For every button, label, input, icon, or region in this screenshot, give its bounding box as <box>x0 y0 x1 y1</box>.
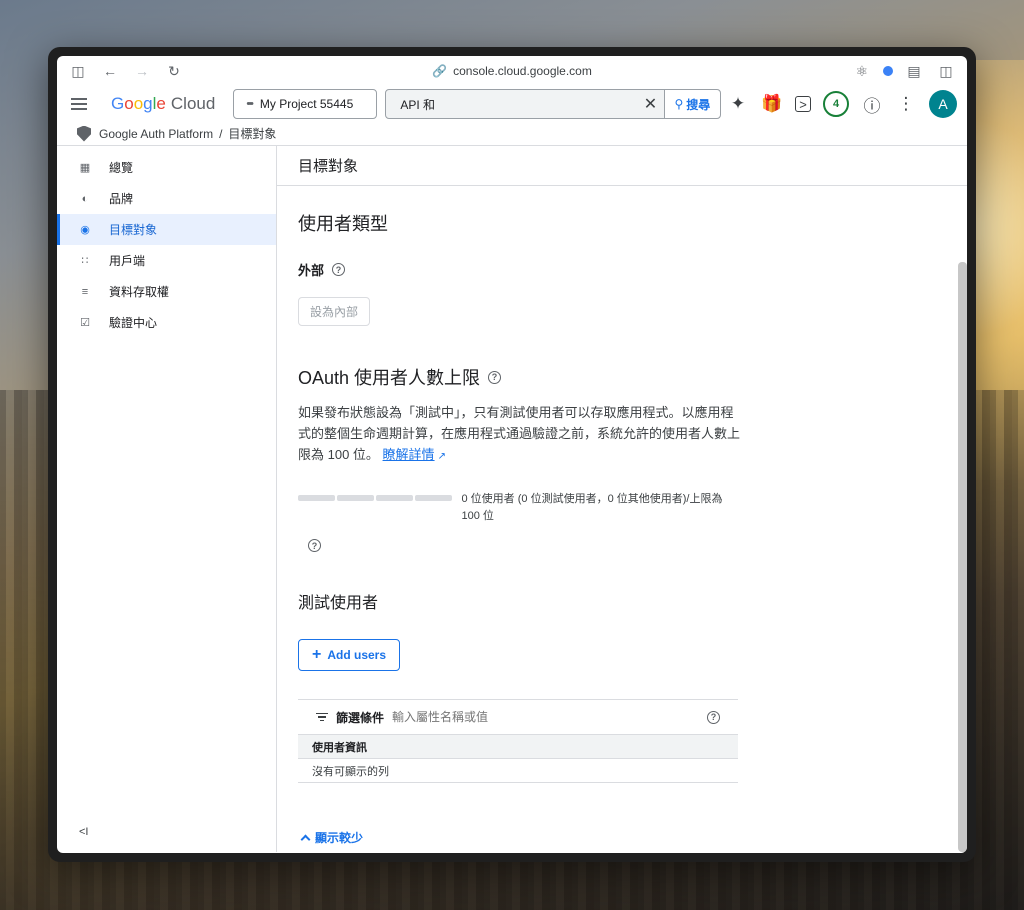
sidebar-item-overview[interactable]: ▦ 總覽 <box>57 152 276 183</box>
page-title: 目標對象 <box>277 146 967 186</box>
split-view-icon[interactable]: ◫ <box>935 60 957 82</box>
oauth-description-text: 如果發布狀態設為「測試中」，只有測試使用者可以存取應用程式。以應用程式的整個生命… <box>298 405 741 462</box>
extension-icon[interactable]: ▤ <box>903 60 925 82</box>
project-name: My Project 55445 <box>259 97 354 111</box>
sidebar-item-label: 資料存取權 <box>109 285 170 299</box>
help-circle-icon[interactable]: ? <box>488 370 502 384</box>
make-internal-button[interactable]: 設為內部 <box>298 297 371 326</box>
sidebar-item-verification[interactable]: ☑ 驗證中心 <box>57 307 276 338</box>
clear-search-icon[interactable]: ✕ <box>638 94 664 114</box>
browser-window: ◫ ← → ↻ 🔗 console.cloud.google.com ⚛ ▤ ◫ … <box>48 47 976 862</box>
main-content: 目標對象 使用者類型 外部 ? 設為內部 OAuth 使用者人數上限 ? 如果發… <box>277 146 967 852</box>
user-type-row: 外部 ? <box>298 260 737 279</box>
user-type-value: 外部 <box>298 263 325 278</box>
empty-table-row: 沒有可顯示的列 <box>298 759 738 783</box>
sidebar-item-label: 目標對象 <box>109 223 158 237</box>
sidebar-item-label: 品牌 <box>109 192 134 206</box>
filter-input[interactable] <box>392 710 643 724</box>
oauth-limit-heading: OAuth 使用者人數上限 ? <box>298 364 737 390</box>
logo-letter: o <box>124 94 134 113</box>
sidebar-item-label: 驗證中心 <box>109 316 158 330</box>
sidebar-item-label: 用戶端 <box>109 254 146 268</box>
url-text: console.cloud.google.com <box>453 64 592 78</box>
link-icon: 🔗 <box>432 64 448 78</box>
help-circle-icon[interactable]: ? <box>308 539 321 553</box>
logo-letter: e <box>156 94 166 113</box>
search-icon: ⚲ <box>674 97 684 111</box>
help-circle-icon[interactable]: ? <box>707 710 720 724</box>
add-users-label: Add users <box>327 648 387 662</box>
scrollbar[interactable] <box>958 262 967 852</box>
app-header: Google Cloud ••• My Project 55445 ✕ ⚲ 搜尋… <box>57 86 967 122</box>
plus-icon: + <box>312 646 322 663</box>
collapse-sidebar-icon[interactable]: <I <box>79 826 88 838</box>
atom-extension-icon[interactable]: ⚛ <box>851 60 873 82</box>
list-settings-icon: ≡ <box>81 285 89 298</box>
dashboard-icon: ▦ <box>79 162 91 174</box>
external-link-icon: ↗ <box>437 451 446 462</box>
project-picker-button[interactable]: ••• My Project 55445 <box>233 89 378 119</box>
add-users-button[interactable]: + Add users <box>298 639 401 671</box>
address-bar[interactable]: 🔗 console.cloud.google.com <box>57 64 967 78</box>
test-users-heading: 測試使用者 <box>298 595 379 612</box>
gemini-spark-icon[interactable]: ✦ <box>727 93 749 115</box>
show-less-label: 顯示較少 <box>315 831 364 845</box>
breadcrumb: Google Auth Platform / 目標對象 <box>57 122 967 146</box>
breadcrumb-product[interactable]: Google Auth Platform <box>99 127 213 141</box>
status-dot-icon[interactable] <box>883 66 893 76</box>
browser-viewport: ◫ ← → ↻ 🔗 console.cloud.google.com ⚛ ▤ ◫ … <box>57 56 967 853</box>
oauth-limit-heading-text: OAuth 使用者人數上限 <box>298 368 481 388</box>
google-cloud-logo[interactable]: Google Cloud <box>111 94 215 114</box>
project-nodes-icon: ••• <box>246 98 253 110</box>
notifications-badge[interactable]: 4 <box>823 91 849 117</box>
grid-icon: ∷ <box>81 255 89 267</box>
search-input[interactable] <box>386 97 638 111</box>
usage-meter: 0 位使用者 (0 位測試使用者，0 位其他使用者)/上限為 100 位 <box>298 491 737 525</box>
filter-icon <box>316 712 328 722</box>
column-header-user-info[interactable]: 使用者資訊 <box>298 734 738 759</box>
sidebar-toggle-icon[interactable]: ◫ <box>67 60 89 82</box>
cloud-shell-icon[interactable]: > <box>795 96 811 112</box>
logo-letter: G <box>111 94 125 113</box>
person-icon: ◉ <box>80 224 90 236</box>
sidebar-item-label: 總覽 <box>109 161 134 175</box>
sidebar-item-branding[interactable]: ◐ 品牌 <box>57 183 276 214</box>
test-users-table: 篩選條件 ? 使用者資訊 沒有可顯示的列 <box>298 699 738 783</box>
sidebar-item-data-access[interactable]: ≡ 資料存取權 <box>57 276 276 307</box>
back-arrow-icon[interactable]: ← <box>99 60 121 82</box>
hamburger-menu-icon[interactable] <box>71 91 97 117</box>
usage-progress-bar <box>298 495 452 501</box>
gift-icon[interactable]: 🎁 <box>761 93 783 115</box>
logo-letter: o <box>133 94 144 113</box>
shield-icon <box>77 125 91 142</box>
oauth-description: 如果發布狀態設為「測試中」，只有測試使用者可以存取應用程式。以應用程式的整個生命… <box>298 402 740 467</box>
breadcrumb-current: 目標對象 <box>228 127 277 141</box>
sidebar-item-audience[interactable]: ◉ 目標對象 <box>57 214 276 245</box>
search-box: ✕ ⚲ 搜尋 <box>385 89 722 119</box>
search-button[interactable]: ⚲ 搜尋 <box>663 90 721 118</box>
browser-toolbar: ◫ ← → ↻ 🔗 console.cloud.google.com ⚛ ▤ ◫ <box>57 56 967 86</box>
chevron-up-icon <box>300 834 311 845</box>
logo-letter: g <box>143 94 153 113</box>
usage-text: 0 位使用者 (0 位測試使用者，0 位其他使用者)/上限為 100 位 <box>461 493 723 522</box>
more-vert-icon[interactable]: ⋮ <box>895 93 917 115</box>
reload-icon[interactable]: ↻ <box>163 60 185 82</box>
avatar[interactable]: A <box>929 90 957 118</box>
forward-arrow-icon[interactable]: → <box>131 60 153 82</box>
help-circle-icon[interactable]: ? <box>332 263 346 276</box>
show-less-button[interactable]: 顯示較少 <box>300 829 737 846</box>
help-icon[interactable]: ⓘ <box>861 93 883 116</box>
breadcrumb-separator: / <box>219 126 223 141</box>
sidebar: ▦ 總覽 ◐ 品牌 ◉ 目標對象 ∷ 用戶端 ≡ 資料存取權 ☑ 驗證中心 <I <box>57 146 277 852</box>
search-button-label: 搜尋 <box>686 97 711 112</box>
filter-bar: 篩選條件 ? <box>298 700 738 734</box>
palette-icon: ◐ <box>81 192 89 205</box>
logo-cloud-text: Cloud <box>170 94 216 113</box>
sidebar-item-clients[interactable]: ∷ 用戶端 <box>57 245 276 276</box>
filter-label: 篩選條件 <box>336 710 385 725</box>
learn-more-link[interactable]: 瞭解詳情 <box>383 447 435 462</box>
user-type-heading: 使用者類型 <box>298 214 388 234</box>
checkbox-icon: ☑ <box>80 317 90 329</box>
